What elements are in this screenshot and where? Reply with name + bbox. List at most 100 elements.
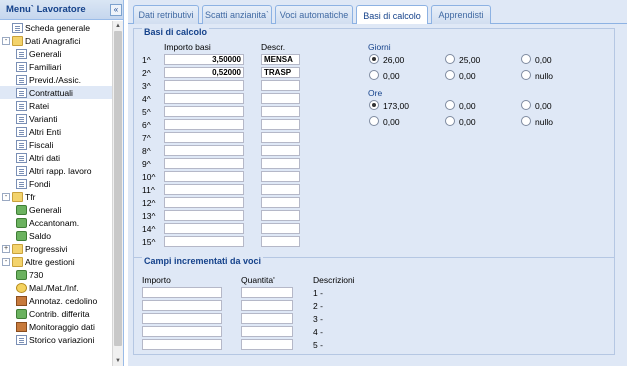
tree-item-label: Saldo — [29, 230, 51, 241]
descr-input[interactable] — [261, 210, 300, 221]
expand-icon[interactable]: + — [2, 244, 10, 253]
tree-item-annotaz-cedolino[interactable]: Annotaz. cedolino — [0, 294, 112, 307]
doc-icon — [16, 100, 27, 111]
quantita-input[interactable] — [241, 326, 293, 337]
importo-base-input[interactable]: 0,52000 — [164, 67, 244, 78]
giorni-option-label: 26,00 — [383, 55, 405, 65]
descr-input[interactable] — [261, 106, 300, 117]
tree-item-label: Contrib. differita — [29, 308, 90, 319]
descr-input[interactable] — [261, 145, 300, 156]
tree-item-storico-variazioni[interactable]: Storico variazioni — [0, 333, 112, 346]
tree-scrollbar[interactable]: ▲ ▼ — [112, 21, 123, 366]
scroll-down-icon[interactable]: ▼ — [114, 357, 122, 365]
tab-scatti-anzianita[interactable]: Scatti anzianita` — [202, 5, 272, 24]
importo-base-input[interactable]: 3,50000 — [164, 54, 244, 65]
importo-base-input[interactable] — [164, 132, 244, 143]
tree-item-dati-anagrafici[interactable]: - Dati Anagrafici — [0, 34, 112, 47]
tree-item-previd-assic[interactable]: Previd./Assic. — [0, 73, 112, 86]
tree-item-scheda-generale[interactable]: Scheda generale — [0, 21, 112, 34]
tree-item-label: Altri Enti — [29, 126, 61, 137]
row-number: 9^ — [142, 159, 151, 169]
importo-base-input[interactable] — [164, 80, 244, 91]
importo-base-input[interactable] — [164, 184, 244, 195]
importo-base-input[interactable] — [164, 106, 244, 117]
tree-item-varianti[interactable]: Varianti — [0, 112, 112, 125]
tree-item-accantonam[interactable]: Accantonam. — [0, 216, 112, 229]
descr-input[interactable] — [261, 80, 300, 91]
tree-item-altri-dati[interactable]: Altri dati — [0, 151, 112, 164]
collapse-button[interactable]: « — [110, 4, 122, 16]
importo-input[interactable] — [142, 300, 222, 311]
tree-item-mal-mat-inf[interactable]: Mal./Mat./Inf. — [0, 281, 112, 294]
ore-radio[interactable] — [521, 116, 531, 126]
descr-input[interactable] — [261, 197, 300, 208]
descr-input[interactable] — [261, 184, 300, 195]
tab-dati-retributivi[interactable]: Dati retributivi — [133, 5, 199, 24]
tree-item-730[interactable]: 730 — [0, 268, 112, 281]
descr-input[interactable]: TRASP — [261, 67, 300, 78]
descr-input[interactable]: MENSA — [261, 54, 300, 65]
tree-item-tfr[interactable]: - Tfr — [0, 190, 112, 203]
tree-item-contrattuali[interactable]: Contrattuali — [0, 86, 112, 99]
descr-input[interactable] — [261, 236, 300, 247]
descr-input[interactable] — [261, 171, 300, 182]
giorni-radio[interactable] — [369, 54, 379, 64]
collapse-icon[interactable]: - — [2, 257, 10, 266]
ore-radio[interactable] — [521, 100, 531, 110]
importo-base-input[interactable] — [164, 236, 244, 247]
descr-input[interactable] — [261, 119, 300, 130]
doc-icon — [16, 334, 27, 345]
descr-input[interactable] — [261, 132, 300, 143]
importo-base-input[interactable] — [164, 197, 244, 208]
tree-item-monitoraggio-dati[interactable]: Monitoraggio dati — [0, 320, 112, 333]
tree-item-generali[interactable]: Generali — [0, 47, 112, 60]
descr-input[interactable] — [261, 223, 300, 234]
collapse-icon[interactable]: - — [2, 36, 10, 45]
ore-radio[interactable] — [445, 100, 455, 110]
importo-base-input[interactable] — [164, 158, 244, 169]
giorni-radio[interactable] — [445, 70, 455, 80]
giorni-radio[interactable] — [521, 70, 531, 80]
tree-item-generali[interactable]: Generali — [0, 203, 112, 216]
tree-item-altre-gestioni[interactable]: - Altre gestioni — [0, 255, 112, 268]
scrollbar-thumb[interactable] — [114, 31, 122, 346]
tab-voci-automatiche[interactable]: Voci automatiche — [275, 5, 353, 24]
importo-base-input[interactable] — [164, 93, 244, 104]
importo-input[interactable] — [142, 339, 222, 350]
giorni-radio[interactable] — [445, 54, 455, 64]
quantita-input[interactable] — [241, 313, 293, 324]
tree-item-fondi[interactable]: Fondi — [0, 177, 112, 190]
tree-item-familiari[interactable]: Familiari — [0, 60, 112, 73]
ore-radio[interactable] — [369, 100, 379, 110]
tree-item-ratei[interactable]: Ratei — [0, 99, 112, 112]
tree-item-fiscali[interactable]: Fiscali — [0, 138, 112, 151]
importo-input[interactable] — [142, 287, 222, 298]
tree-item-altri-enti[interactable]: Altri Enti — [0, 125, 112, 138]
ore-radio[interactable] — [445, 116, 455, 126]
importo-base-input[interactable] — [164, 119, 244, 130]
descr-input[interactable] — [261, 158, 300, 169]
importo-input[interactable] — [142, 313, 222, 324]
tab-apprendisti[interactable]: Apprendisti — [431, 5, 491, 24]
col-importo-basi: Importo basi — [164, 42, 211, 52]
importo-base-input[interactable] — [164, 210, 244, 221]
importo-base-input[interactable] — [164, 171, 244, 182]
collapse-icon[interactable]: - — [2, 192, 10, 201]
quantita-input[interactable] — [241, 339, 293, 350]
scroll-up-icon[interactable]: ▲ — [114, 22, 122, 30]
tree-item-contrib-differita[interactable]: Contrib. differita — [0, 307, 112, 320]
tree-item-label: Tfr — [25, 191, 36, 202]
giorni-radio[interactable] — [369, 70, 379, 80]
importo-base-input[interactable] — [164, 145, 244, 156]
quantita-input[interactable] — [241, 287, 293, 298]
tree-item-saldo[interactable]: Saldo — [0, 229, 112, 242]
quantita-input[interactable] — [241, 300, 293, 311]
ore-radio[interactable] — [369, 116, 379, 126]
tree-item-progressivi[interactable]: + Progressivi — [0, 242, 112, 255]
tree-item-altri-rapp-lavoro[interactable]: Altri rapp. lavoro — [0, 164, 112, 177]
importo-input[interactable] — [142, 326, 222, 337]
importo-base-input[interactable] — [164, 223, 244, 234]
descr-input[interactable] — [261, 93, 300, 104]
tab-basi-di-calcolo[interactable]: Basi di calcolo — [356, 5, 428, 25]
giorni-radio[interactable] — [521, 54, 531, 64]
